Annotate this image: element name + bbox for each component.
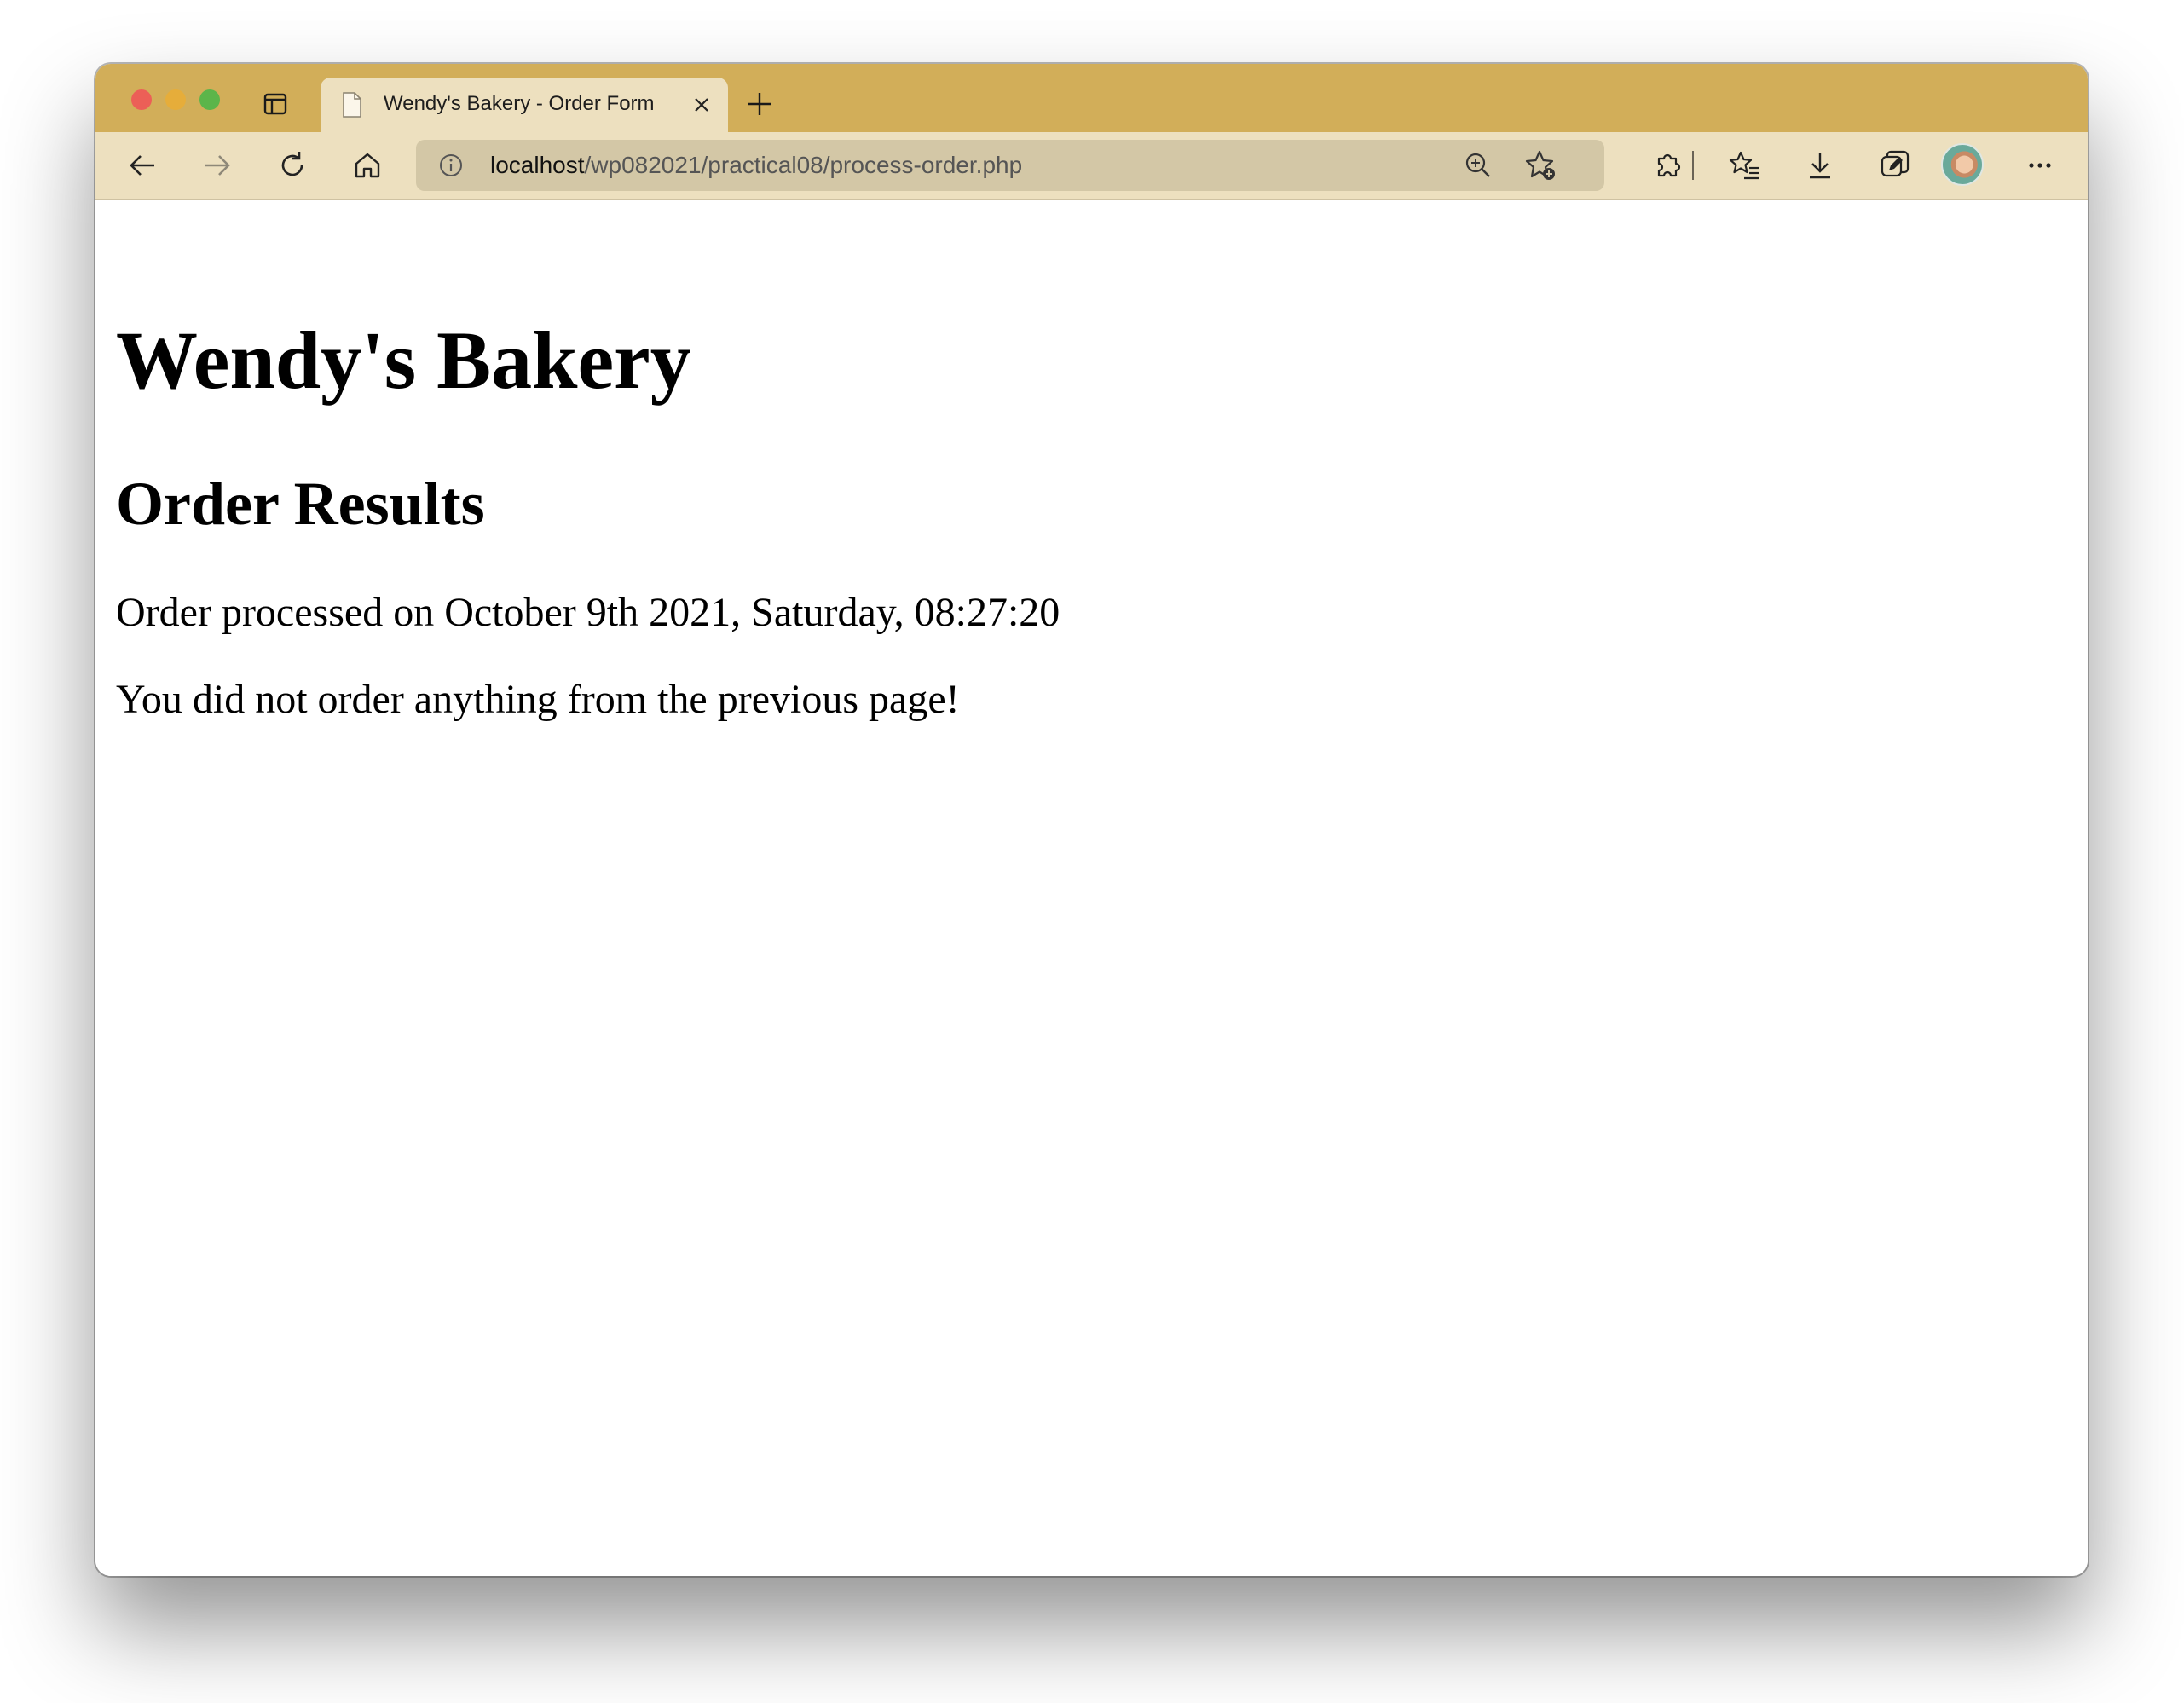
arrow-right-icon[interactable] (201, 149, 234, 182)
url-path: /wp082021/practical08/process-order.php (584, 152, 1023, 178)
info-icon[interactable] (438, 153, 464, 178)
browser-window: Wendy's Bakery - Order Form localhost/wp… (95, 64, 2088, 1576)
download-icon[interactable] (1804, 149, 1836, 182)
page-content: Wendy's Bakery Order Results Order proce… (95, 200, 2088, 1576)
avatar[interactable] (1941, 143, 1984, 186)
home-icon[interactable] (351, 149, 384, 182)
page-icon (343, 92, 361, 118)
address-bar[interactable]: localhost/wp082021/practical08/process-o… (416, 140, 1604, 191)
collections-icon[interactable] (1879, 149, 1911, 182)
minimize-window-button[interactable] (165, 89, 186, 110)
plus-icon[interactable] (745, 89, 774, 118)
star-add-icon[interactable] (1524, 148, 1558, 182)
order-message-text: You did not order anything from the prev… (116, 677, 960, 722)
toolbar-separator (1692, 151, 1694, 180)
url-text[interactable]: localhost/wp082021/practical08/process-o… (490, 152, 1022, 179)
close-icon[interactable] (692, 95, 711, 114)
close-window-button[interactable] (131, 89, 152, 110)
tab-title: Wendy's Bakery - Order Form (384, 92, 655, 115)
page-title: Wendy's Bakery (116, 315, 691, 406)
section-title: Order Results (116, 470, 485, 538)
zoom-in-icon[interactable] (1463, 150, 1494, 181)
refresh-icon[interactable] (276, 149, 309, 182)
order-timestamp-text: Order processed on October 9th 2021, Sat… (116, 590, 1060, 635)
tab-strip: Wendy's Bakery - Order Form (95, 64, 2088, 132)
tab-active[interactable]: Wendy's Bakery - Order Form (321, 78, 728, 132)
more-icon[interactable] (2024, 149, 2056, 182)
maximize-window-button[interactable] (199, 89, 220, 110)
toolbar: localhost/wp082021/practical08/process-o… (95, 132, 2088, 200)
favorites-list-icon[interactable] (1729, 149, 1761, 182)
url-host: localhost (490, 152, 585, 178)
puzzle-icon[interactable] (1651, 149, 1684, 182)
tab-actions-icon[interactable] (263, 91, 288, 117)
arrow-left-icon[interactable] (126, 149, 159, 182)
